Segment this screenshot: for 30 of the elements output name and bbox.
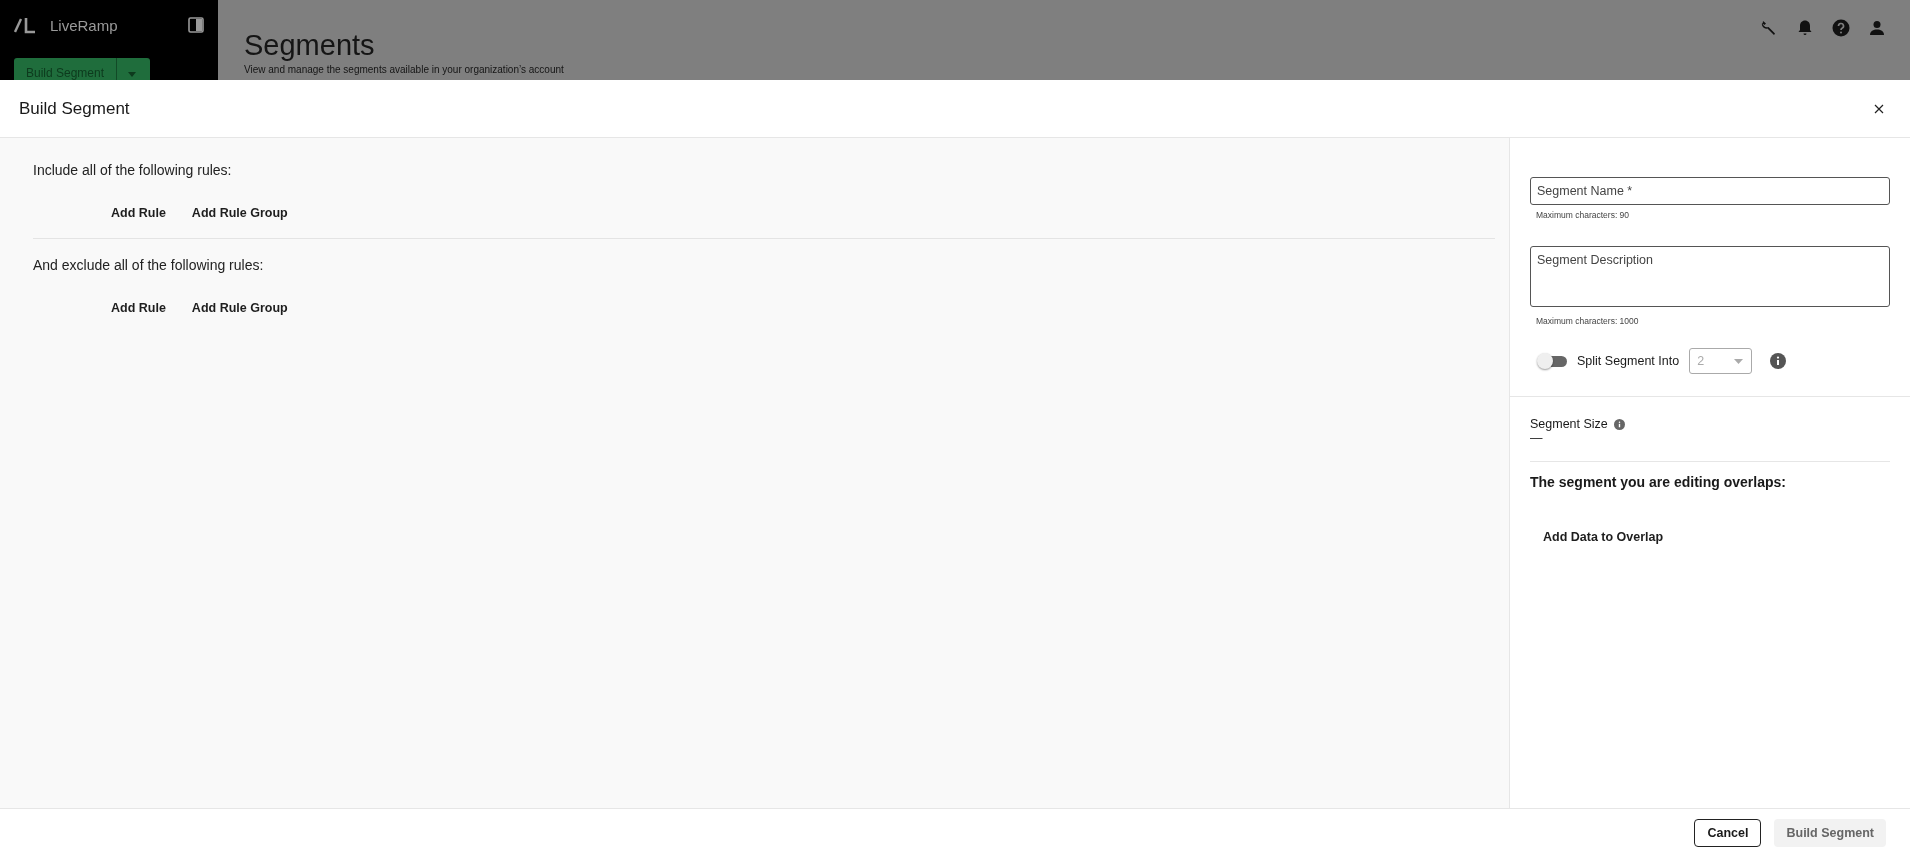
caret-icon — [1734, 358, 1744, 364]
wrench-icon[interactable] — [1760, 19, 1778, 37]
add-rule-group-button[interactable]: Add Rule Group — [191, 301, 288, 315]
add-rule-group-button[interactable]: Add Rule Group — [191, 206, 288, 220]
sidebar-toggle-icon[interactable] — [188, 17, 204, 33]
character-limit-hint: Maximum characters: 1000 — [1536, 316, 1640, 326]
page-title: Segments — [244, 28, 376, 62]
overlap-heading: The segment you are editing overlaps: — [1530, 474, 1787, 490]
character-limit-hint: Maximum characters: 90 — [1536, 210, 1631, 220]
rule-section-heading: Include all of the following rules: — [33, 162, 233, 178]
page-subtitle: View and manage the segments available in your organization’s account — [244, 64, 565, 75]
add-data-to-overlap-button[interactable]: Add Data to Overlap — [1543, 530, 1664, 544]
brand-name: LiveRamp — [50, 16, 119, 34]
close-icon — [1874, 103, 1884, 114]
split-label: Split Segment Into — [1577, 354, 1680, 368]
info-icon[interactable] — [1770, 353, 1787, 369]
cancel-button[interactable]: Cancel — [1694, 818, 1762, 847]
add-rule-button[interactable]: Add Rule — [111, 206, 166, 220]
segment-name-field[interactable]: Segment Name * — [1530, 177, 1890, 205]
rule-section-heading: And exclude all of the following rules: — [33, 257, 265, 273]
add-rule-button[interactable]: Add Rule — [111, 301, 166, 315]
info-icon[interactable] — [1613, 418, 1625, 430]
segment-size-value: — — [1530, 431, 1544, 445]
dialog-title: Build Segment — [19, 98, 130, 119]
segment-size-label: Segment Size — [1530, 417, 1608, 431]
segment-description-field[interactable]: Segment Description — [1530, 246, 1890, 307]
help-icon[interactable] — [1832, 19, 1850, 37]
bell-icon[interactable] — [1796, 19, 1814, 37]
user-icon[interactable] — [1868, 19, 1886, 37]
logo-icon — [14, 16, 36, 34]
